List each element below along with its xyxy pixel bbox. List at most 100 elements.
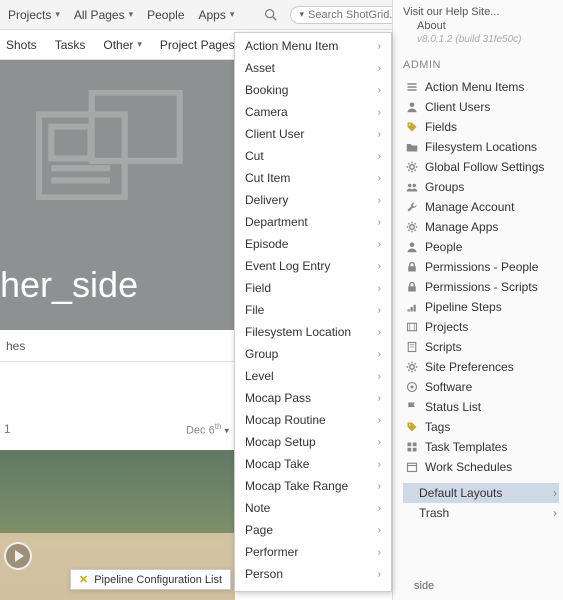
project-thumb-placeholder-icon [30,90,190,200]
entity-menu-item[interactable]: Mocap Pass› [235,387,391,409]
entity-menu-item[interactable]: Person› [235,563,391,585]
entity-menu-item[interactable]: Asset› [235,57,391,79]
admin-item[interactable]: Site Preferences [403,357,559,377]
chevron-right-icon: › [378,437,381,448]
entity-menu-item[interactable]: Phase› [235,585,391,592]
entity-menu-item[interactable]: Field› [235,277,391,299]
chevron-right-icon: › [378,107,381,118]
topnav-people[interactable]: People [147,8,184,22]
subnav-project-pages[interactable]: Project Pages ▾ [160,38,243,52]
flag-icon [405,400,419,414]
admin-item[interactable]: Pipeline Steps [403,297,559,317]
chevron-right-icon: › [378,151,381,162]
version-label: v8.0.1.2 (build 31fe50c) [403,34,559,45]
entity-menu-item[interactable]: Action Menu Item› [235,35,391,57]
lock-icon [405,260,419,274]
person-icon [405,100,419,114]
tag-icon [405,120,419,134]
project-header: her_side [0,60,235,330]
topnav-apps[interactable]: Apps ▾ [199,8,235,22]
calendar-icon [405,460,419,474]
chevron-right-icon: › [378,173,381,184]
admin-item[interactable]: Manage Account [403,197,559,217]
people-icon [405,180,419,194]
lock-icon [405,280,419,294]
admin-item[interactable]: Groups [403,177,559,197]
entity-menu-item[interactable]: Mocap Take› [235,453,391,475]
entity-menu-item[interactable]: Group› [235,343,391,365]
entity-menu-item[interactable]: Filesystem Location› [235,321,391,343]
project-tab[interactable]: hes [0,330,235,362]
entity-menu-item[interactable]: Cut Item› [235,167,391,189]
entity-menu-item[interactable]: Department› [235,211,391,233]
play-button[interactable] [4,542,32,570]
chevron-right-icon: › [378,41,381,52]
admin-item[interactable]: Tags [403,417,559,437]
subnav-other[interactable]: Other ▾ [103,38,142,52]
admin-item[interactable]: People [403,237,559,257]
admin-item[interactable]: Action Menu Items [403,77,559,97]
topnav-people-label: People [147,8,184,22]
entity-menu-item[interactable]: File› [235,299,391,321]
pipeline-config-list-flyout[interactable]: ✕ Pipeline Configuration List [70,569,231,590]
chevron-right-icon: › [378,283,381,294]
entity-type-menu[interactable]: Action Menu Item›Asset›Booking›Camera›Cl… [234,32,392,592]
steps-icon [405,300,419,314]
help-link[interactable]: Visit our Help Site... [403,6,559,18]
entity-menu-item[interactable]: Episode› [235,233,391,255]
entity-menu-item[interactable]: Client User› [235,123,391,145]
chevron-right-icon: › [378,503,381,514]
chevron-right-icon: › [378,569,381,580]
admin-item[interactable]: Projects [403,317,559,337]
entity-menu-item[interactable]: Level› [235,365,391,387]
chevron-right-icon: › [378,261,381,272]
gear-icon [405,360,419,374]
chevron-right-icon: › [378,85,381,96]
admin-item[interactable]: Work Schedules [403,457,559,477]
entity-menu-item[interactable]: Camera› [235,101,391,123]
project-content: her_side hes 1 Dec 6th ▾ [0,60,235,600]
entity-menu-item[interactable]: Event Log Entry› [235,255,391,277]
admin-footer-item[interactable]: Default Layouts› [403,483,559,503]
entity-menu-item[interactable]: Mocap Take Range› [235,475,391,497]
entity-menu-item[interactable]: Delivery› [235,189,391,211]
admin-item[interactable]: Scripts [403,337,559,357]
entity-menu-item[interactable]: Mocap Routine› [235,409,391,431]
entity-menu-item[interactable]: Performer› [235,541,391,563]
subnav-shots[interactable]: Shots [6,38,37,52]
entity-menu-item[interactable]: Booking› [235,79,391,101]
chevron-down-icon: ▾ [224,426,229,436]
admin-item[interactable]: Fields [403,117,559,137]
chevron-right-icon: › [378,129,381,140]
admin-item[interactable]: Task Templates [403,437,559,457]
entity-menu-item[interactable]: Note› [235,497,391,519]
admin-item[interactable]: Permissions - People [403,257,559,277]
topnav-allpages[interactable]: All Pages ▾ [74,8,133,22]
admin-item[interactable]: Permissions - Scripts [403,277,559,297]
chevron-right-icon: › [553,506,557,520]
subnav-tasks[interactable]: Tasks [55,38,86,52]
entity-menu-item[interactable]: Mocap Setup› [235,431,391,453]
admin-item[interactable]: Client Users [403,97,559,117]
date-label: Dec 6th ▾ [186,422,229,437]
admin-item[interactable]: Global Follow Settings [403,157,559,177]
chevron-down-icon: ▾ [230,9,235,20]
admin-footer-item[interactable]: Trash› [403,503,559,523]
wrench-icon: ✕ [79,573,88,586]
chevron-right-icon: › [378,525,381,536]
admin-item[interactable]: Manage Apps [403,217,559,237]
admin-item[interactable]: Software [403,377,559,397]
chevron-down-icon: ▾ [55,9,60,20]
admin-item[interactable]: Filesystem Locations [403,137,559,157]
list-icon [405,80,419,94]
person-icon [405,240,419,254]
chevron-right-icon: › [378,481,381,492]
entity-menu-item[interactable]: Page› [235,519,391,541]
topnav-apps-label: Apps [199,8,226,22]
entity-menu-item[interactable]: Cut› [235,145,391,167]
topnav-projects[interactable]: Projects ▾ [8,8,60,22]
grid-icon [405,440,419,454]
about-link[interactable]: About [403,20,559,32]
script-icon [405,340,419,354]
admin-item[interactable]: Status List [403,397,559,417]
